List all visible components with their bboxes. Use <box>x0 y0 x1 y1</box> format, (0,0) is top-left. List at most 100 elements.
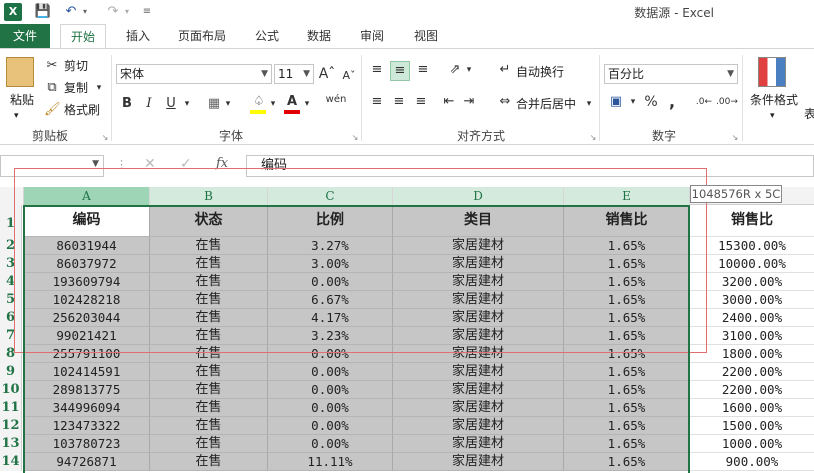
wrap-text-button[interactable]: 自动换行 <box>516 63 564 81</box>
format-painter-button[interactable]: 格式刷 <box>64 101 100 119</box>
increase-indent-icon[interactable]: ⇥ <box>460 93 478 111</box>
increase-font-icon[interactable]: Aˆ <box>318 65 336 83</box>
cut-icon[interactable]: ✂ <box>44 57 60 75</box>
italic-button[interactable]: I <box>142 95 156 113</box>
tab-data[interactable]: 数据 <box>300 24 338 48</box>
align-top-icon[interactable]: ≡ <box>368 61 386 79</box>
font-color-swatch <box>284 110 300 114</box>
number-format-combo[interactable]: 百分比 ▼ <box>604 64 738 84</box>
align-right-icon[interactable]: ≡ <box>412 93 430 111</box>
ribbon: 粘贴 ▾ ✂ 剪切 ⧉ 复制 ▾ 🖌 格式刷 剪贴板 ↘ 宋体 ▼ 11 ▼ A… <box>0 48 814 145</box>
clipboard-launcher-icon[interactable]: ↘ <box>100 129 110 147</box>
selection-border <box>23 205 690 473</box>
tab-review[interactable]: 审阅 <box>352 24 392 48</box>
percent-button[interactable]: % <box>642 93 660 111</box>
row-header[interactable]: 12 <box>0 417 22 435</box>
fill-color-icon[interactable]: ♤ <box>250 93 268 111</box>
cell-sales-ratio-copy[interactable]: 1500.00% <box>690 417 814 435</box>
row-header[interactable]: 11 <box>0 399 22 417</box>
tab-view[interactable]: 视图 <box>406 24 446 48</box>
font-group-label: 字体 <box>218 129 243 143</box>
row-header[interactable]: 10 <box>0 381 22 399</box>
align-middle-icon[interactable]: ≡ <box>390 61 410 81</box>
decrease-indent-icon[interactable]: ⇤ <box>440 93 458 111</box>
align-center-icon[interactable]: ≡ <box>390 93 408 111</box>
fill-dropdown-icon[interactable]: ▾ <box>268 95 278 113</box>
conditional-dropdown-icon[interactable]: ▾ <box>770 107 775 125</box>
fill-color-swatch <box>250 110 266 114</box>
cell-sales-ratio-copy[interactable]: 3100.00% <box>690 327 814 345</box>
copy-dropdown-icon[interactable]: ▾ <box>94 79 104 97</box>
selection-size-tooltip: 1048576R x 5C <box>690 185 782 203</box>
tab-file[interactable]: 文件 <box>0 24 50 48</box>
cell-sales-ratio-copy[interactable]: 3200.00% <box>690 273 814 291</box>
tab-insert[interactable]: 插入 <box>118 24 158 48</box>
merge-dropdown-icon[interactable]: ▾ <box>584 95 594 113</box>
align-bottom-icon[interactable]: ≡ <box>414 61 432 79</box>
alignment-group-label: 对齐方式 <box>456 129 505 143</box>
tab-page-layout[interactable]: 页面布局 <box>170 24 234 48</box>
copy-button[interactable]: 复制 <box>64 79 88 97</box>
number-group-label: 数字 <box>651 129 676 143</box>
alignment-launcher-icon[interactable]: ↘ <box>588 129 598 147</box>
paste-dropdown-icon[interactable]: ▾ <box>14 107 19 125</box>
phonetic-button[interactable]: wén <box>324 91 348 109</box>
cell-sales-ratio-copy[interactable]: 1000.00% <box>690 435 814 453</box>
borders-icon[interactable]: ▦ <box>205 95 223 113</box>
number-format-value: 百分比 <box>608 67 645 81</box>
bold-button[interactable]: B <box>120 95 134 113</box>
cut-button[interactable]: 剪切 <box>64 57 88 75</box>
chevron-down-icon[interactable]: ▼ <box>727 65 734 83</box>
paste-button[interactable]: 粘贴 <box>6 91 38 109</box>
font-launcher-icon[interactable]: ↘ <box>350 129 360 147</box>
comma-button[interactable]: , <box>664 93 680 111</box>
increase-decimal-icon[interactable]: .0← <box>694 93 714 111</box>
cell-sales-ratio-copy[interactable]: 10000.00% <box>690 255 814 273</box>
cell-sales-ratio-copy[interactable]: 1600.00% <box>690 399 814 417</box>
font-color-icon[interactable]: A <box>284 93 300 111</box>
divider <box>742 55 743 141</box>
font-size-combo[interactable]: 11 ▼ <box>274 64 314 84</box>
tab-formulas[interactable]: 公式 <box>248 24 286 48</box>
borders-dropdown-icon[interactable]: ▾ <box>223 95 233 113</box>
chevron-down-icon[interactable]: ▼ <box>261 65 268 83</box>
chevron-down-icon[interactable]: ▼ <box>303 65 310 83</box>
cell-sales-ratio-copy[interactable]: 3000.00% <box>690 291 814 309</box>
cell-sales-ratio-copy[interactable]: 900.00% <box>690 453 814 471</box>
orientation-dropdown-icon[interactable]: ▾ <box>464 61 474 79</box>
merge-center-icon[interactable]: ⇔ <box>496 93 514 111</box>
cell-sales-ratio-copy[interactable]: 2200.00% <box>690 363 814 381</box>
font-color-dropdown-icon[interactable]: ▾ <box>302 95 312 113</box>
cell-sales-ratio-copy[interactable]: 2400.00% <box>690 309 814 327</box>
format-as-table-button[interactable]: 表 <box>804 105 814 123</box>
decrease-decimal-icon[interactable]: .00→ <box>716 93 738 111</box>
ribbon-tabs: 文件 开始 插入 页面布局 公式 数据 审阅 视图 <box>0 24 814 49</box>
row-header[interactable]: 13 <box>0 435 22 453</box>
orientation-icon[interactable]: ⇗ <box>446 61 464 79</box>
accounting-icon[interactable]: ▣ <box>606 93 626 111</box>
header-cell-sales-ratio-copy[interactable]: 销售比 <box>690 205 814 237</box>
window-title: 数据源 - Excel <box>634 6 714 20</box>
row-header[interactable]: 9 <box>0 363 22 381</box>
divider <box>361 55 362 141</box>
cell-sales-ratio-copy[interactable]: 2200.00% <box>690 381 814 399</box>
divider <box>111 55 112 141</box>
cell-sales-ratio-copy[interactable]: 15300.00% <box>690 237 814 255</box>
underline-button[interactable]: U <box>164 95 178 113</box>
format-painter-icon[interactable]: 🖌 <box>44 101 61 119</box>
accounting-dropdown-icon[interactable]: ▾ <box>628 93 638 111</box>
paste-icon[interactable] <box>6 57 34 87</box>
decrease-font-icon[interactable]: Aˇ <box>340 67 358 85</box>
cell-sales-ratio-copy[interactable]: 1800.00% <box>690 345 814 363</box>
wrap-text-icon[interactable]: ↵ <box>496 61 514 79</box>
merge-center-button[interactable]: 合并后居中 <box>516 95 576 113</box>
underline-dropdown-icon[interactable]: ▾ <box>182 95 192 113</box>
row-header[interactable]: 14 <box>0 453 22 471</box>
align-left-icon[interactable]: ≡ <box>368 93 386 111</box>
number-launcher-icon[interactable]: ↘ <box>730 129 740 147</box>
copy-icon[interactable]: ⧉ <box>44 79 60 97</box>
font-name-combo[interactable]: 宋体 ▼ <box>116 64 272 84</box>
divider <box>599 55 600 141</box>
conditional-formatting-icon[interactable] <box>758 57 786 87</box>
tab-home[interactable]: 开始 <box>60 24 106 49</box>
